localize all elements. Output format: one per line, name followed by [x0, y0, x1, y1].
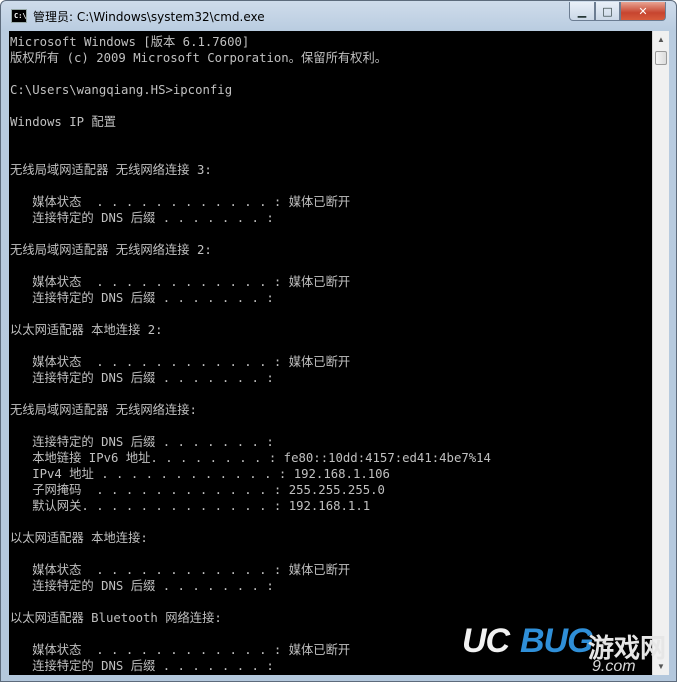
- console-line: 默认网关. . . . . . . . . . . . . : 192.168.…: [10, 499, 371, 513]
- console-line: 无线局域网适配器 无线网络连接 3:: [10, 163, 212, 177]
- close-icon: ✕: [638, 4, 648, 18]
- close-button[interactable]: ✕: [620, 2, 666, 21]
- console-line: 媒体状态 . . . . . . . . . . . . : 媒体已断开: [10, 195, 351, 209]
- console-line: 版权所有 (c) 2009 Microsoft Corporation。保留所有…: [10, 51, 388, 65]
- watermark-domain: 9.com: [592, 658, 636, 675]
- console-line: 无线局域网适配器 无线网络连接 2:: [10, 243, 212, 257]
- console-line: 媒体状态 . . . . . . . . . . . . : 媒体已断开: [10, 643, 351, 657]
- console-lines: Microsoft Windows [版本 6.1.7600] 版权所有 (c) …: [10, 34, 491, 674]
- cmd-window: C:\ 管理员: C:\Windows\system32\cmd.exe ▁ □…: [0, 0, 677, 682]
- scroll-thumb[interactable]: [655, 51, 667, 65]
- console-line: Microsoft Windows [版本 6.1.7600]: [10, 35, 250, 49]
- console-line: 媒体状态 . . . . . . . . . . . . : 媒体已断开: [10, 355, 351, 369]
- console-line: 子网掩码 . . . . . . . . . . . . : 255.255.2…: [10, 483, 385, 497]
- console-line: IPv4 地址 . . . . . . . . . . . . : 192.16…: [10, 467, 390, 481]
- console-line: 连接特定的 DNS 后缀 . . . . . . . :: [10, 579, 274, 593]
- console-line: 连接特定的 DNS 后缀 . . . . . . . :: [10, 291, 274, 305]
- window-title: 管理员: C:\Windows\system32\cmd.exe: [33, 10, 265, 24]
- console-line: 无线局域网适配器 无线网络连接:: [10, 403, 197, 417]
- console-line: 连接特定的 DNS 后缀 . . . . . . . :: [10, 659, 274, 673]
- console-output[interactable]: Microsoft Windows [版本 6.1.7600] 版权所有 (c) …: [9, 31, 652, 675]
- console-line: 以太网适配器 Bluetooth 网络连接:: [10, 611, 222, 625]
- site-watermark-logo: UC BUG 游戏网 9.com: [462, 622, 672, 680]
- minimize-icon: ▁: [577, 4, 587, 18]
- arrow-up-icon: ▲: [657, 35, 665, 44]
- console-line: 连接特定的 DNS 后缀 . . . . . . . :: [10, 435, 274, 449]
- console-line: 本地链接 IPv6 地址. . . . . . . . : fe80::10dd…: [10, 451, 491, 465]
- vertical-scrollbar[interactable]: ▲ ▼: [652, 31, 669, 675]
- watermark-uc: UC: [462, 622, 510, 660]
- cmd-icon-label: C:\: [14, 12, 27, 20]
- console-line: 以太网适配器 本地连接 2:: [10, 323, 163, 337]
- console-line: 连接特定的 DNS 后缀 . . . . . . . :: [10, 211, 274, 225]
- console-line: 连接特定的 DNS 后缀 . . . . . . . :: [10, 371, 274, 385]
- scroll-up-button[interactable]: ▲: [653, 31, 669, 48]
- maximize-icon: □: [602, 4, 613, 18]
- watermark-bug: BUG: [520, 622, 594, 660]
- console-line: 媒体状态 . . . . . . . . . . . . : 媒体已断开: [10, 275, 351, 289]
- console-line: C:\Users\wangqiang.HS>ipconfig: [10, 83, 233, 97]
- title-bar[interactable]: C:\ 管理员: C:\Windows\system32\cmd.exe ▁ □…: [1, 1, 676, 31]
- console-line: 媒体状态 . . . . . . . . . . . . : 媒体已断开: [10, 563, 351, 577]
- cmd-app-icon[interactable]: C:\: [11, 9, 27, 23]
- minimize-button[interactable]: ▁: [569, 2, 595, 21]
- maximize-button[interactable]: □: [595, 2, 620, 21]
- console-line: Windows IP 配置: [10, 115, 117, 129]
- console-line: 以太网适配器 本地连接:: [10, 531, 148, 545]
